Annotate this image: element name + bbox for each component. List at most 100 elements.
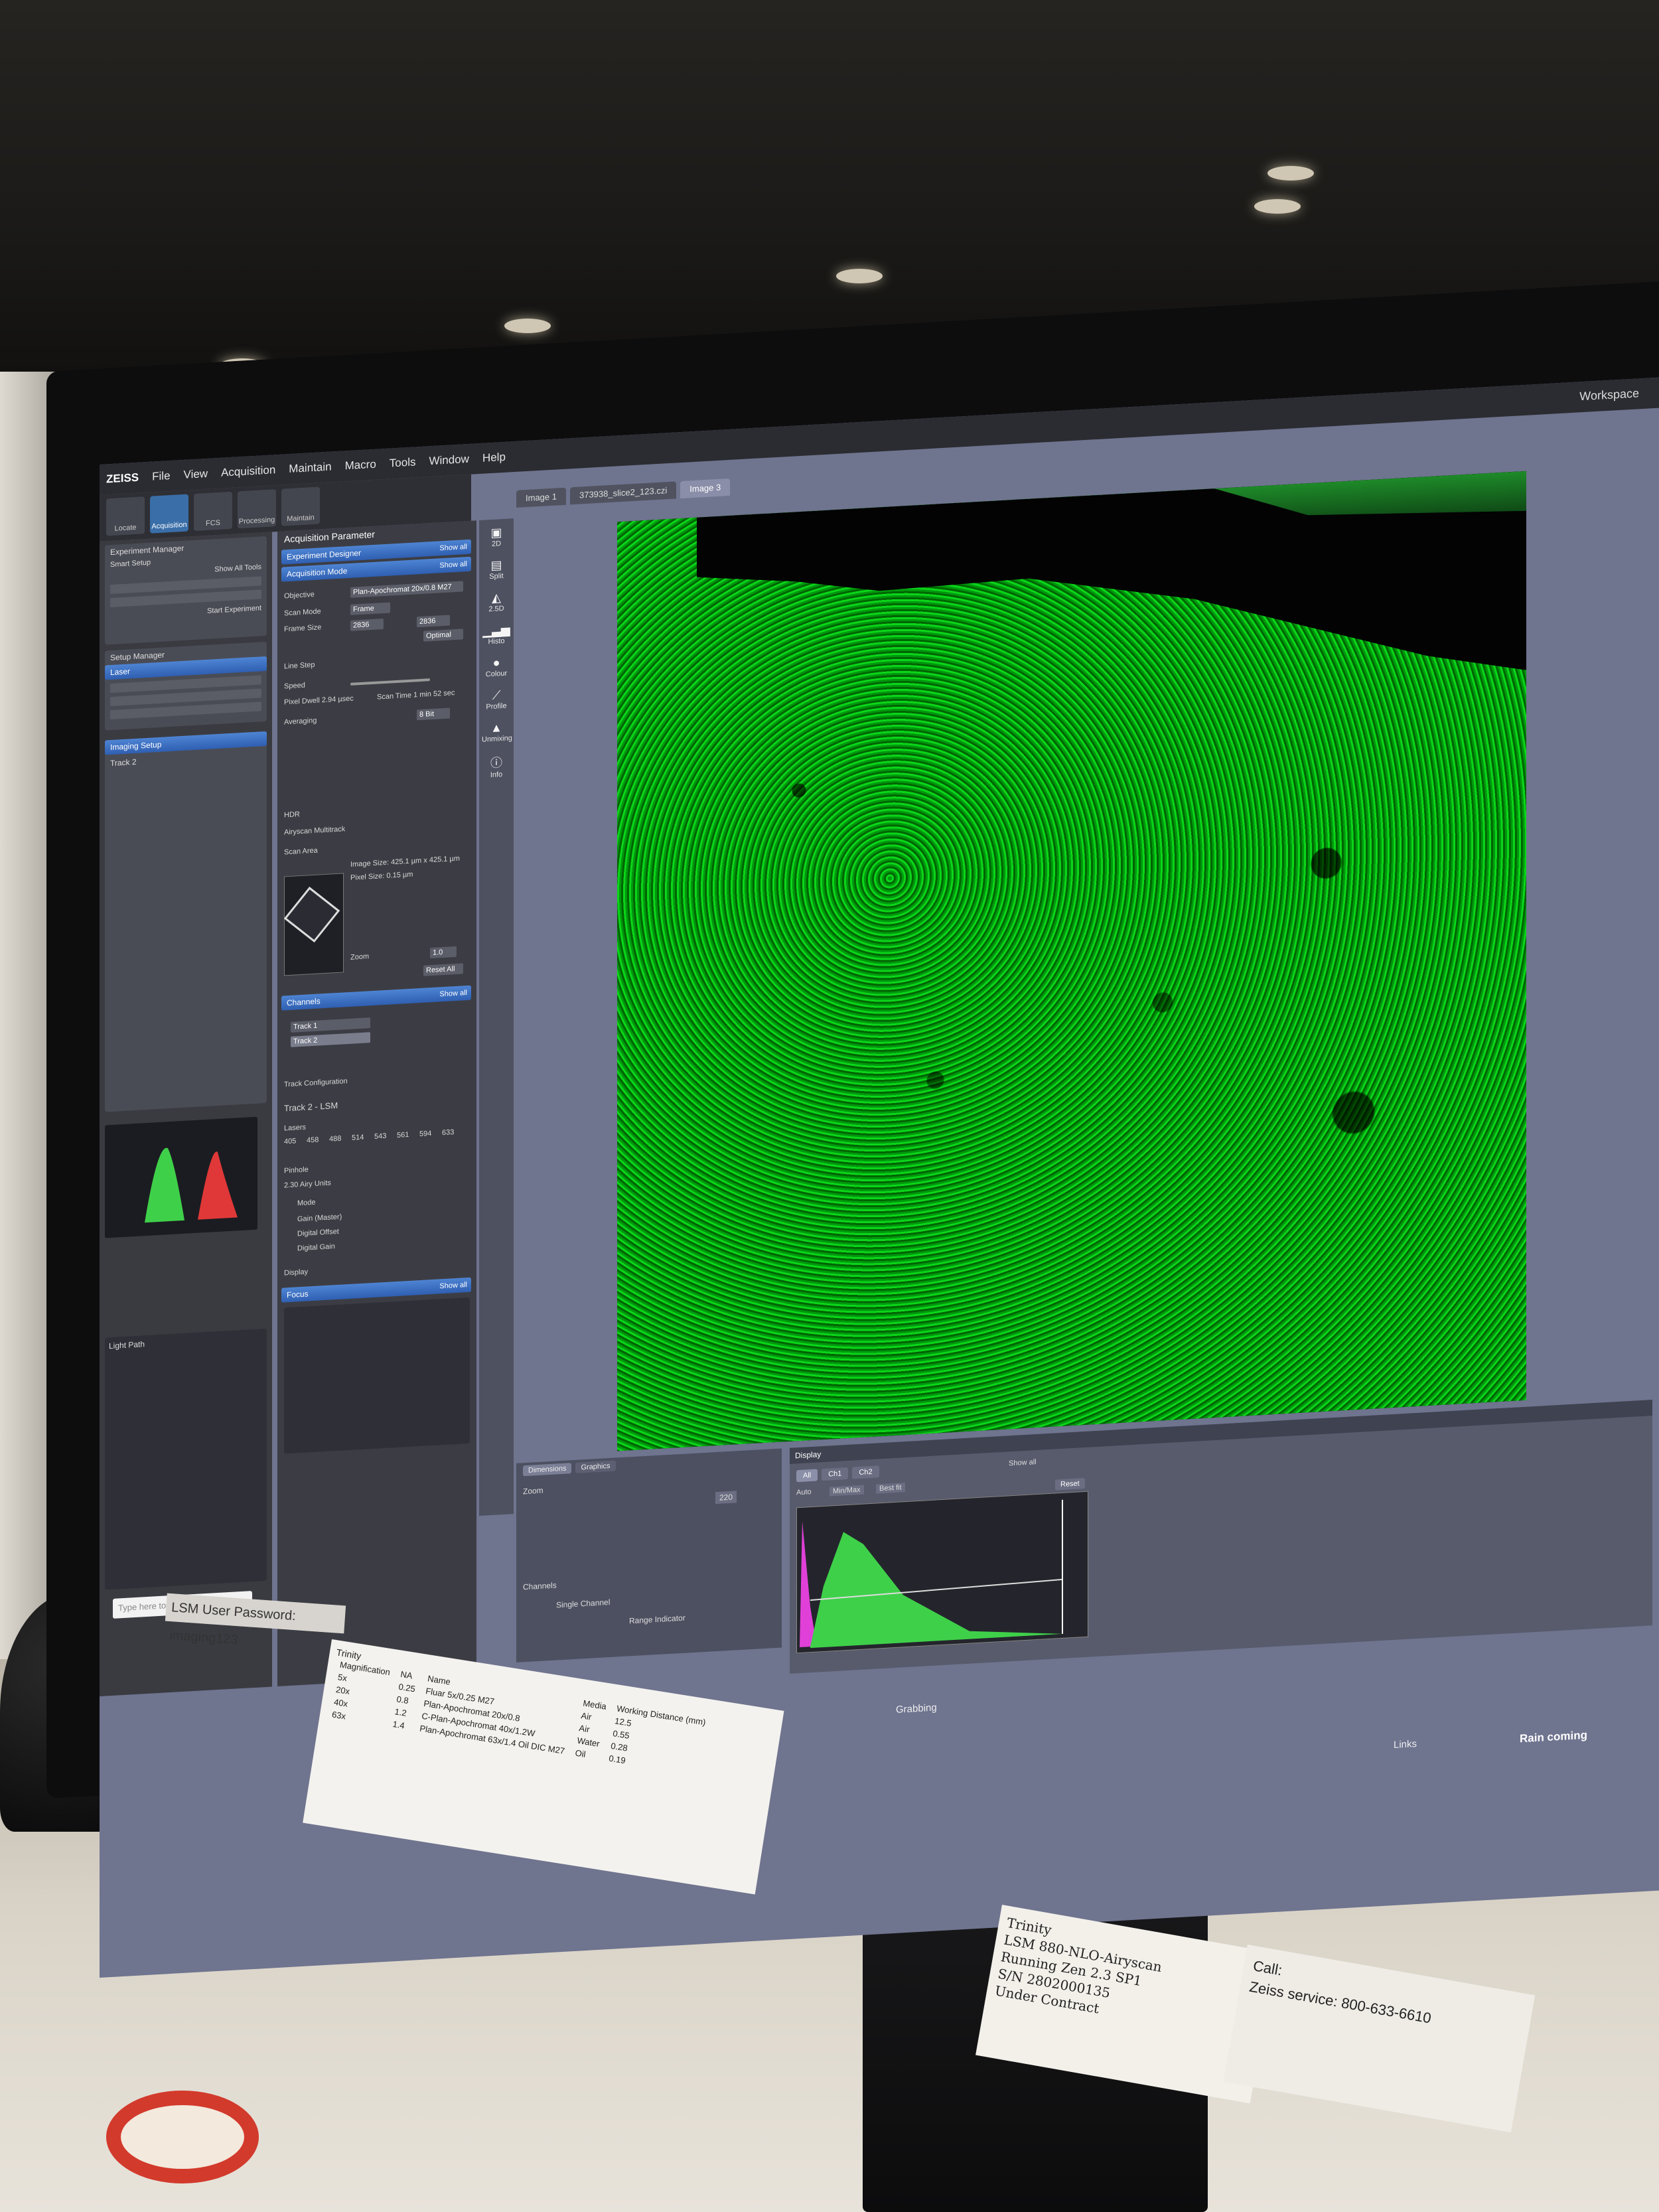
averaging-label: Averaging xyxy=(284,716,317,727)
show-all-toggle[interactable]: Show all xyxy=(1009,1458,1037,1467)
view-histo[interactable]: ▁▃▅ Histo xyxy=(482,623,511,646)
menu-tools[interactable]: Tools xyxy=(390,455,416,470)
tab-graphics[interactable]: Graphics xyxy=(575,1460,616,1473)
auto-checkbox[interactable]: Auto xyxy=(796,1488,812,1497)
track-2-item[interactable]: Track 2 xyxy=(291,1032,370,1047)
tool-locate[interactable]: Locate xyxy=(106,496,145,536)
laser-line[interactable]: 458 xyxy=(307,1136,319,1145)
menu-file[interactable]: File xyxy=(152,469,170,484)
bit-depth-select[interactable]: 8 Bit xyxy=(417,707,450,721)
line-step-row: Line Step xyxy=(284,651,470,674)
view-profile[interactable]: ⟋ Profile xyxy=(482,688,511,711)
laser-line[interactable]: 561 xyxy=(397,1131,409,1140)
view-info-label: Info xyxy=(490,771,503,780)
line-step-label: Line Step xyxy=(284,660,315,671)
channels-header[interactable]: Channels Show all xyxy=(281,985,471,1011)
menu-maintain[interactable]: Maintain xyxy=(289,460,331,476)
view-info[interactable]: ⓘ Info xyxy=(482,753,511,779)
display-label[interactable]: Display xyxy=(284,1268,308,1277)
workspace-label[interactable]: Workspace xyxy=(1579,386,1639,404)
range-indicator-checkbox[interactable]: Range Indicator xyxy=(629,1613,685,1626)
channels-header-label: Channels xyxy=(287,996,321,1008)
ceiling-light xyxy=(1254,199,1301,214)
channel-all-button[interactable]: All xyxy=(796,1469,818,1483)
track-config-label: Track Configuration xyxy=(284,1077,348,1089)
zoom-percent-input[interactable]: 220 xyxy=(715,1491,737,1505)
image-icon: ▣ xyxy=(490,526,502,540)
view-colour-label: Colour xyxy=(485,669,508,679)
averaging-row: Averaging 8 Bit xyxy=(284,707,470,729)
view-unmixing[interactable]: ▲ Unmixing xyxy=(482,720,512,744)
best-fit-button[interactable]: Best fit xyxy=(876,1483,905,1494)
view-2d[interactable]: ▣ 2D xyxy=(482,525,511,548)
tab-image-3[interactable]: Image 3 xyxy=(680,478,731,499)
laser-line[interactable]: 594 xyxy=(419,1130,431,1138)
frame-size-x-input[interactable]: 2836 xyxy=(350,619,384,631)
histogram-plot[interactable] xyxy=(796,1491,1088,1654)
optimal-button[interactable]: Optimal xyxy=(423,628,463,642)
track-config-row: Track Configuration xyxy=(284,1069,470,1092)
gain-label: Gain (Master) xyxy=(297,1213,342,1224)
single-channel-checkbox[interactable]: Single Channel xyxy=(556,1597,610,1610)
channel-2-button[interactable]: Ch2 xyxy=(852,1465,879,1479)
channel-1-button[interactable]: Ch1 xyxy=(822,1467,849,1481)
light-path-diagram[interactable]: Light Path xyxy=(105,1328,267,1590)
weather-widget[interactable]: Rain coming xyxy=(1520,1729,1587,1746)
tab-image-1[interactable]: Image 1 xyxy=(516,487,566,508)
laser-line[interactable]: 405 xyxy=(284,1137,296,1145)
image-viewer[interactable] xyxy=(617,471,1526,1451)
frame-size-y-input[interactable]: 2836 xyxy=(417,615,450,628)
view-colour[interactable]: ● Colour xyxy=(482,655,511,678)
image-size-text: Image Size: 425.1 µm x 425.1 µm xyxy=(350,854,460,869)
histogram-svg xyxy=(800,1499,1063,1649)
pixel-dwell-text: Pixel Dwell 2.94 µsec xyxy=(284,694,354,707)
laser-line[interactable]: 514 xyxy=(352,1134,364,1142)
lasers-label: Lasers xyxy=(284,1123,307,1133)
show-all-toggle[interactable]: Show all xyxy=(439,540,467,555)
scan-mode-select[interactable]: Frame xyxy=(350,602,390,615)
tool-fcs[interactable]: FCS xyxy=(194,491,232,532)
histogram-channel-2 xyxy=(800,1520,817,1648)
zoom-input[interactable]: 1.0 xyxy=(430,946,457,959)
profile-icon: ⟋ xyxy=(492,688,501,702)
spectrum-plot xyxy=(145,1147,238,1223)
zoom-row: Zoom 1.0 xyxy=(350,946,470,964)
menu-window[interactable]: Window xyxy=(429,453,469,468)
objective-label: Objective xyxy=(284,590,315,601)
tool-acquisition[interactable]: Acquisition xyxy=(150,494,188,534)
scan-time-text: Scan Time 1 min 52 sec xyxy=(377,689,455,701)
focus-header-label: Focus xyxy=(287,1289,309,1300)
taskbar-links[interactable]: Links xyxy=(1394,1738,1417,1751)
view-split[interactable]: ▤ Split xyxy=(482,557,511,581)
digital-gain-label: Digital Gain xyxy=(297,1242,335,1253)
menu-macro[interactable]: Macro xyxy=(345,458,376,473)
menu-view[interactable]: View xyxy=(184,467,208,482)
reset-button[interactable]: Reset xyxy=(1055,1477,1085,1491)
laser-line[interactable]: 633 xyxy=(442,1128,454,1137)
experiment-designer-label: Experiment Designer xyxy=(287,548,362,562)
surface-icon: ◭ xyxy=(492,591,501,605)
show-all-toggle[interactable]: Show all xyxy=(439,557,467,573)
track-1-item[interactable]: Track 1 xyxy=(291,1017,370,1033)
light-path-label: Light Path xyxy=(109,1339,145,1351)
speed-slider[interactable] xyxy=(350,678,430,686)
tool-maintain[interactable]: Maintain xyxy=(281,486,320,526)
menu-help[interactable]: Help xyxy=(482,451,506,465)
laser-line[interactable]: 543 xyxy=(374,1132,386,1141)
scan-mode-label: Scan Mode xyxy=(284,607,321,618)
reset-all-row: Reset All xyxy=(350,963,470,982)
focus-control[interactable] xyxy=(284,1297,470,1454)
tab-czi-file[interactable]: 373938_slice2_123.czi xyxy=(569,481,677,505)
menu-acquisition[interactable]: Acquisition xyxy=(221,463,275,480)
show-all-toggle[interactable]: Show all xyxy=(439,1278,467,1293)
view-2-5d[interactable]: ◭ 2.5D xyxy=(482,590,511,613)
hdr-checkbox[interactable]: HDR xyxy=(284,810,300,819)
laser-line[interactable]: 488 xyxy=(329,1135,341,1143)
reset-all-button[interactable]: Reset All xyxy=(423,963,463,976)
tool-processing[interactable]: Processing xyxy=(238,489,276,529)
min-max-button[interactable]: Min/Max xyxy=(830,1485,864,1497)
objective-select[interactable]: Plan-Apochromat 20x/0.8 M27 xyxy=(350,581,463,598)
show-all-toggle[interactable]: Show all xyxy=(439,986,467,1001)
tab-dimensions[interactable]: Dimensions xyxy=(523,1463,572,1477)
palette-icon: ● xyxy=(492,656,500,670)
